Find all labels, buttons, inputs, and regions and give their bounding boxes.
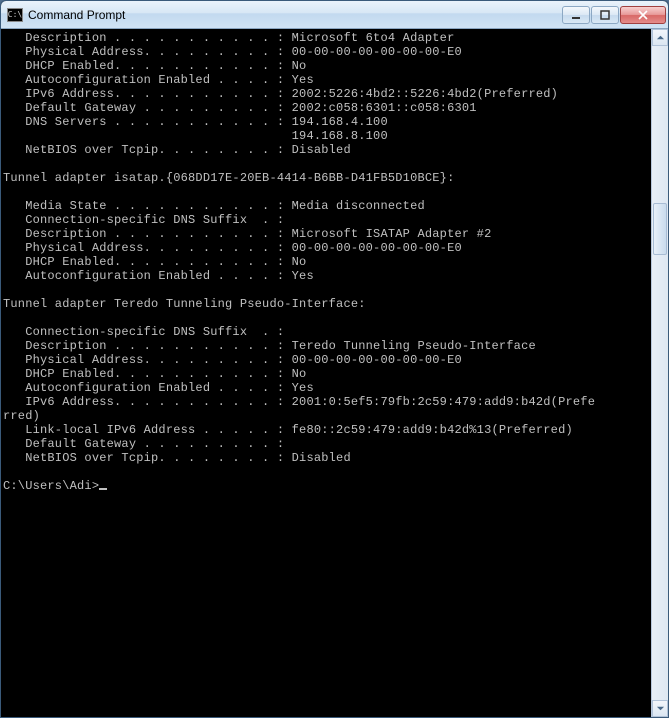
- minimize-icon: [571, 10, 581, 20]
- command-prompt-window: C:\ Command Prompt Description . . . . .…: [0, 0, 669, 718]
- chevron-down-icon: [656, 704, 665, 713]
- terminal-output[interactable]: Description . . . . . . . . . . . : Micr…: [1, 29, 651, 717]
- cmd-icon: C:\: [7, 8, 23, 22]
- close-button[interactable]: [620, 6, 666, 24]
- window-title: Command Prompt: [28, 8, 562, 22]
- chevron-up-icon: [656, 33, 665, 42]
- content-area: Description . . . . . . . . . . . : Micr…: [1, 29, 668, 717]
- vertical-scrollbar[interactable]: [651, 29, 668, 717]
- titlebar[interactable]: C:\ Command Prompt: [1, 1, 668, 29]
- minimize-button[interactable]: [562, 6, 590, 24]
- cursor: [99, 488, 107, 490]
- prompt: C:\Users\Adi>: [3, 479, 99, 493]
- close-icon: [638, 10, 648, 20]
- maximize-icon: [600, 10, 610, 20]
- scroll-up-button[interactable]: [652, 29, 668, 46]
- scrollbar-thumb[interactable]: [653, 203, 667, 255]
- scroll-down-button[interactable]: [652, 700, 668, 717]
- window-controls: [562, 6, 666, 24]
- maximize-button[interactable]: [591, 6, 619, 24]
- scrollbar-track[interactable]: [652, 46, 668, 700]
